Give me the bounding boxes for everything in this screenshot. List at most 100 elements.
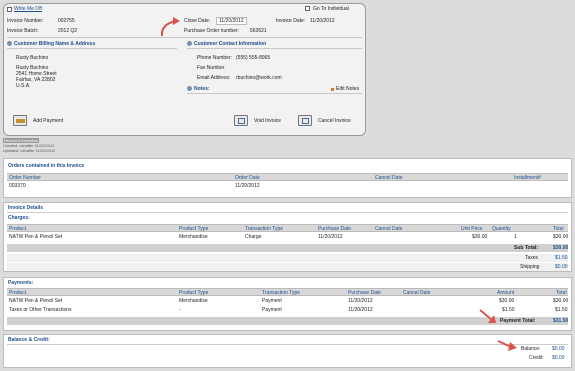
amount-cell: $1.50	[502, 307, 515, 313]
table-row[interactable]: 003370 11/20/2012	[7, 182, 568, 190]
cancel-invoice-button[interactable]: Cancel Invoice	[318, 118, 351, 124]
charges-header-row: Product Product Type Transaction Type Pu…	[7, 224, 568, 232]
divider	[187, 48, 362, 49]
product-type-cell: -	[179, 307, 181, 313]
edit-notes-link[interactable]: Edit Notes	[336, 86, 359, 92]
notes-label: Notes:	[194, 86, 210, 92]
col-transaction-type: Transaction Type	[262, 290, 301, 296]
close-date-label: Close Date:	[184, 18, 211, 24]
payments-title: Payments:	[8, 280, 34, 286]
divider	[7, 37, 362, 38]
orders-title: Orders contained in this Invoice	[8, 163, 85, 169]
taxes-row: Taxes $1.50	[7, 254, 568, 262]
checkbox-icon[interactable]	[7, 7, 12, 12]
payments-panel: Payments: Product Product Type Transacti…	[3, 277, 572, 331]
billing-line4: U.S.A.	[16, 83, 31, 89]
add-payment-icon[interactable]	[13, 115, 27, 126]
invoice-details-title: Invoice Details	[8, 205, 44, 211]
col-order-number: Order Number	[9, 175, 41, 181]
col-cancel-date: Cancel Date	[403, 290, 431, 296]
po-number-value: 563621	[250, 28, 267, 34]
phone-label: Phone Number:	[197, 55, 233, 61]
product-cell: NATW Pen & Pencil Set	[9, 234, 63, 240]
col-order-date: Order Date	[235, 175, 260, 181]
divider	[7, 212, 568, 213]
order-date-cell: 11/20/2012	[235, 183, 260, 189]
invoice-batch-label: Invoice Batch:	[7, 28, 39, 34]
billing-name: Rusty Buchino	[16, 55, 49, 61]
write-me-off-link[interactable]: Write Me Off	[14, 6, 42, 12]
shipping-row: Shipping $0.00	[7, 263, 568, 271]
edit-notes-icon	[331, 88, 334, 91]
divider	[7, 344, 568, 345]
void-invoice-button[interactable]: Void Invoice	[254, 118, 281, 124]
contact-section-title: Customer Contact Information	[194, 41, 267, 47]
product-cell: NATW Pen & Pencil Set	[9, 298, 63, 304]
payment-total-value: $31.50	[553, 318, 569, 324]
col-cancel-date: Cancel Date	[375, 226, 403, 232]
unit-price-cell: $30.00	[472, 234, 488, 240]
invoice-date-label: Invoice Date:	[276, 18, 306, 24]
divider	[7, 48, 177, 49]
col-product-type: Product Type	[179, 226, 209, 232]
email-value: rbuchino@work.com	[236, 75, 282, 81]
col-transaction-type: Transaction Type	[245, 226, 284, 232]
po-number-label: Purchase Order number:	[184, 28, 240, 34]
col-amount: Amount	[497, 290, 515, 296]
charges-title: Charges:	[8, 215, 30, 221]
invoice-summary-card: Write Me Off Go To Individual Invoice Nu…	[3, 3, 366, 136]
col-purchase-date: Purchase Date	[318, 226, 352, 232]
annotation-arrow-icon	[160, 17, 180, 37]
purchase-date-cell: 11/20/2012	[348, 307, 373, 313]
product-cell: Taxes or Other Transactions	[9, 307, 72, 313]
taxes-label: Taxes	[525, 255, 539, 261]
product-type-cell: Merchandise	[179, 298, 208, 304]
updated-info: Updated: cshaffer 11/20/2012	[3, 148, 56, 153]
balance-title: Balance & Credit:	[8, 337, 50, 343]
subtotal-row: Sub Total: $30.00	[7, 244, 568, 252]
transaction-type-cell: Charge	[245, 234, 262, 240]
purchase-date-cell: 11/20/2012	[348, 298, 373, 304]
transaction-type-cell: Payment	[262, 307, 282, 313]
order-number-cell[interactable]: 003370	[9, 183, 26, 189]
taxes-value: $1.50	[555, 255, 568, 261]
invoice-number-label: Invoice Number:	[7, 18, 44, 24]
total-cell: $30.00	[553, 234, 569, 240]
cancel-invoice-icon[interactable]	[298, 115, 312, 126]
phone-value: (555) 555-8965	[236, 55, 271, 61]
user-icon	[7, 41, 12, 46]
amount-cell: $30.00	[499, 298, 515, 304]
product-type-cell: Merchandise	[179, 234, 208, 240]
go-to-individual-icon[interactable]	[305, 6, 310, 11]
table-row: NATW Pen & Pencil Set Merchandise Charge…	[7, 233, 568, 241]
credit-label: Credit:	[529, 355, 544, 361]
void-invoice-icon[interactable]	[234, 115, 248, 126]
balance-label: Balance:	[521, 346, 541, 352]
payment-total-label: Payment Total:	[500, 318, 536, 324]
notes-icon	[187, 86, 192, 91]
col-product: Product	[9, 290, 27, 296]
col-installment: Installment#	[514, 175, 541, 181]
payments-header-row: Product Product Type Transaction Type Pu…	[7, 288, 568, 296]
total-cell: $30.00	[553, 298, 569, 304]
total-cell: $1.50	[555, 307, 568, 313]
col-product: Product	[9, 226, 27, 232]
go-to-individual-link[interactable]: Go To Individual	[313, 6, 349, 12]
quantity-cell: 1	[514, 234, 517, 240]
fax-label: Fax Number	[197, 65, 225, 71]
col-total: Total	[553, 226, 564, 232]
invoice-date-value: 11/20/2012	[310, 18, 335, 24]
credit-value: $0.00	[552, 355, 565, 361]
col-product-type: Product Type	[179, 290, 209, 296]
billing-section-title: Customer Billing Name & Address	[14, 41, 96, 47]
orders-header-row: Order Number Order Date Cancel Date Inst…	[7, 173, 568, 181]
col-total: Total	[556, 290, 567, 296]
shipping-value: $0.00	[555, 264, 568, 270]
invoice-details-panel: Invoice Details Charges: Product Product…	[3, 202, 572, 272]
annotation-arrow-icon	[479, 309, 496, 323]
add-payment-button[interactable]: Add Payment	[33, 118, 63, 124]
table-row: NATW Pen & Pencil Set Merchandise Paymen…	[7, 297, 568, 305]
balance-panel: Balance & Credit: Balance: $0.00 Credit:…	[3, 334, 572, 368]
balance-value: $0.00	[552, 346, 565, 352]
col-cancel-date: Cancel Date	[375, 175, 403, 181]
